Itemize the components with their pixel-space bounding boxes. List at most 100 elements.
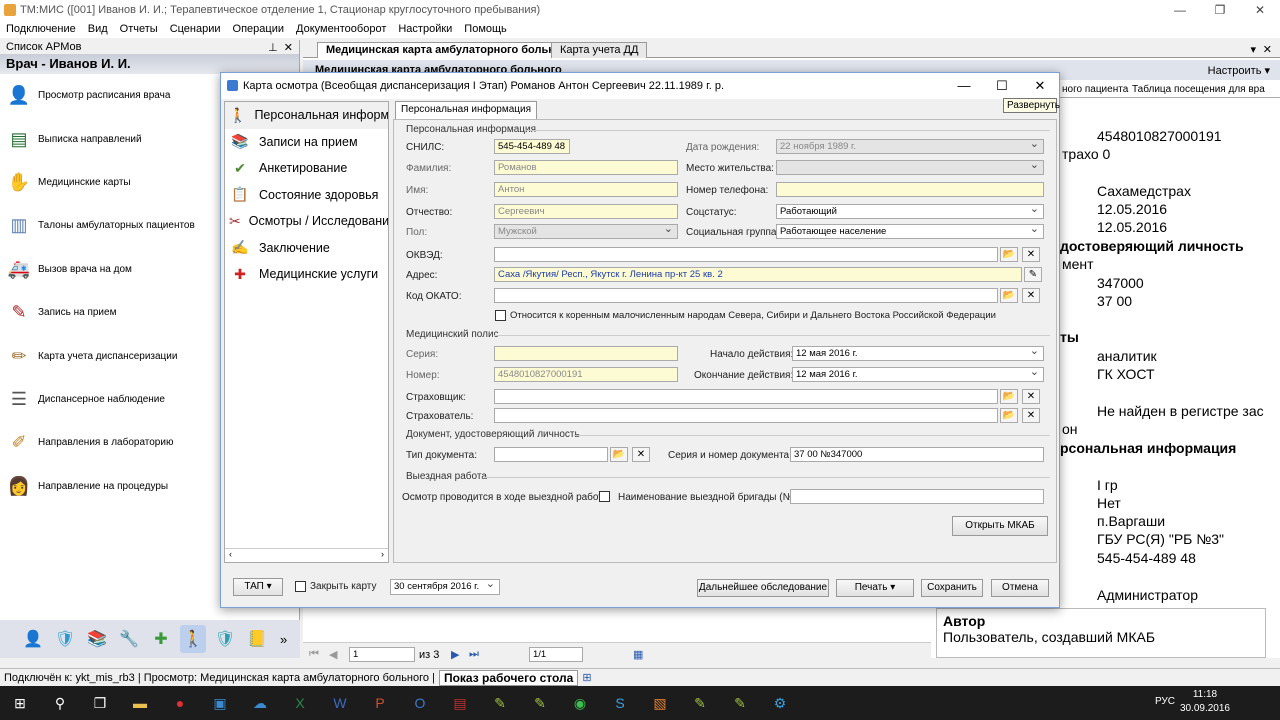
- maximize-button[interactable]: ❐: [1200, 0, 1240, 20]
- arm-toolbar-icon[interactable]: 🚶: [180, 625, 206, 653]
- dialog-nav-item[interactable]: ✔ Анкетирование: [225, 155, 388, 182]
- mis-icon-4[interactable]: ✎: [720, 686, 760, 720]
- excel-icon[interactable]: X: [280, 686, 320, 720]
- dialog-nav-item[interactable]: 📚 Записи на прием: [225, 129, 388, 156]
- insured-browse-icon[interactable]: 📂: [1000, 408, 1018, 423]
- arm-toolbar-icon[interactable]: 📒: [244, 625, 270, 653]
- next-record-icon[interactable]: ▶: [451, 648, 459, 661]
- panel-close-icon[interactable]: ✕: [284, 42, 293, 54]
- task-view-icon[interactable]: ❐: [80, 686, 120, 720]
- tray-language[interactable]: РУС: [1155, 696, 1175, 707]
- menu-view[interactable]: Вид: [82, 23, 114, 35]
- whatsapp-icon[interactable]: ◉: [560, 686, 600, 720]
- arm-toolbar-icon[interactable]: 🛡: [52, 625, 78, 653]
- socstatus-select[interactable]: Работающий: [776, 204, 1044, 219]
- tab-close-icon[interactable]: ✕: [1263, 43, 1272, 56]
- show-desktop-button[interactable]: Показ рабочего стола: [438, 669, 579, 686]
- arm-toolbar-icon[interactable]: 📚: [84, 625, 110, 653]
- explorer-icon[interactable]: ▬: [120, 686, 160, 720]
- menu-documents[interactable]: Документооборот: [290, 23, 392, 35]
- address-edit-icon[interactable]: ✎: [1024, 267, 1042, 282]
- search-icon[interactable]: ⚲: [40, 686, 80, 720]
- mis-icon-1[interactable]: ✎: [480, 686, 520, 720]
- insurer-field[interactable]: [494, 389, 998, 404]
- more-icon[interactable]: »: [280, 632, 287, 647]
- native-checkbox[interactable]: [495, 310, 506, 321]
- okved-field[interactable]: [494, 247, 998, 262]
- address-field[interactable]: Саха /Якутия/ Респ., Якутск г. Ленина пр…: [494, 267, 1022, 282]
- arm-toolbar-icon[interactable]: ✚: [148, 625, 174, 653]
- further-exam-button[interactable]: Дальнейшее обследование: [697, 579, 829, 597]
- name-field[interactable]: Антон: [494, 182, 678, 197]
- prev-record-icon[interactable]: ◀: [329, 648, 337, 661]
- dialog-nav-item[interactable]: ✚ Медицинские услуги: [225, 261, 388, 288]
- menu-help[interactable]: Помощь: [458, 23, 513, 35]
- mis-icon-2[interactable]: ✎: [520, 686, 560, 720]
- policy-end-date[interactable]: 12 мая 2016 г.: [792, 367, 1044, 382]
- phone-field[interactable]: [776, 182, 1044, 197]
- open-mkab-button[interactable]: Открыть МКАБ: [952, 516, 1048, 536]
- windows-start-icon[interactable]: ⊞: [0, 686, 40, 720]
- powerpoint-icon[interactable]: P: [360, 686, 400, 720]
- surname-field[interactable]: Романов: [494, 160, 678, 175]
- okato-field[interactable]: [494, 288, 998, 303]
- subtab-personal[interactable]: Персональная информация: [395, 101, 538, 119]
- dialog-minimize-button[interactable]: —: [945, 73, 983, 99]
- right-tab-visits[interactable]: Таблица посещения для вра: [1132, 84, 1265, 95]
- grid-icon[interactable]: ▦: [633, 648, 643, 661]
- doctype-clear-icon[interactable]: ✕: [632, 447, 650, 462]
- close-card-checkbox[interactable]: [295, 581, 306, 592]
- brigade-field[interactable]: [790, 489, 1044, 504]
- card-date-select[interactable]: 30 сентября 2016 г.: [390, 579, 500, 595]
- outreach-checkbox[interactable]: [599, 491, 610, 502]
- tap-button[interactable]: ТАП ▾: [233, 578, 283, 596]
- close-button[interactable]: ✕: [1240, 0, 1280, 20]
- dialog-nav-item[interactable]: 📋 Состояние здоровья: [225, 182, 388, 209]
- snils-field[interactable]: 545-454-489 48: [494, 139, 570, 154]
- add-tab-icon[interactable]: ⊞: [582, 671, 591, 684]
- insurer-browse-icon[interactable]: 📂: [1000, 389, 1018, 404]
- residence-select[interactable]: [776, 160, 1044, 175]
- dialog-nav-item[interactable]: ✍ Заключение: [225, 235, 388, 262]
- insured-field[interactable]: [494, 408, 998, 423]
- policy-start-date[interactable]: 12 мая 2016 г.: [792, 346, 1044, 361]
- doctype-browse-icon[interactable]: 📂: [610, 447, 628, 462]
- save-button[interactable]: Сохранить: [921, 579, 983, 597]
- menu-connect[interactable]: Подключение: [0, 23, 82, 35]
- doctype-field[interactable]: [494, 447, 608, 462]
- okved-clear-icon[interactable]: ✕: [1022, 247, 1040, 262]
- policy-number-field[interactable]: 4548010827000191: [494, 367, 678, 382]
- pin-icon[interactable]: ⊥: [268, 42, 278, 54]
- dialog-nav-item[interactable]: 🚶 Персональная информация: [225, 102, 388, 129]
- subpage-input[interactable]: 1/1: [529, 647, 583, 662]
- yandex-browser-icon[interactable]: ●: [160, 686, 200, 720]
- insurer-clear-icon[interactable]: ✕: [1022, 389, 1040, 404]
- skype-icon[interactable]: S: [600, 686, 640, 720]
- menu-operations[interactable]: Операции: [227, 23, 290, 35]
- okato-browse-icon[interactable]: 📂: [1000, 288, 1018, 303]
- mis-icon-3[interactable]: ✎: [680, 686, 720, 720]
- page-input[interactable]: 1: [349, 647, 415, 662]
- app-icon-5[interactable]: ⚙: [760, 686, 800, 720]
- socgroup-select[interactable]: Работающее население: [776, 224, 1044, 239]
- minimize-button[interactable]: —: [1160, 0, 1200, 20]
- cancel-button[interactable]: Отмена: [991, 579, 1049, 597]
- arm-toolbar-icon[interactable]: 👤: [20, 625, 46, 653]
- last-record-icon[interactable]: ⏭: [469, 648, 479, 661]
- arm-toolbar-icon[interactable]: 🛡: [212, 625, 238, 653]
- tab-medical-card[interactable]: Медицинская карта амбулаторного больного: [317, 42, 582, 58]
- okato-clear-icon[interactable]: ✕: [1022, 288, 1040, 303]
- first-record-icon[interactable]: ⏮: [309, 648, 319, 661]
- tray-clock[interactable]: 11:18 30.09.2016: [1180, 688, 1230, 716]
- app-icon-4[interactable]: ▧: [640, 686, 680, 720]
- right-tab-patient[interactable]: ного пациента: [1062, 84, 1128, 95]
- settings-button[interactable]: Настроить ▾: [1208, 64, 1270, 77]
- app-icon-1[interactable]: ▣: [200, 686, 240, 720]
- app-icon-3[interactable]: ▤: [440, 686, 480, 720]
- arm-toolbar-icon[interactable]: 🔧: [116, 625, 142, 653]
- app-icon-2[interactable]: ☁: [240, 686, 280, 720]
- menu-settings[interactable]: Настройки: [392, 23, 458, 35]
- menu-reports[interactable]: Отчеты: [114, 23, 164, 35]
- dialog-nav-item[interactable]: ✂ Осмотры / Исследования: [225, 208, 388, 235]
- outlook-icon[interactable]: O: [400, 686, 440, 720]
